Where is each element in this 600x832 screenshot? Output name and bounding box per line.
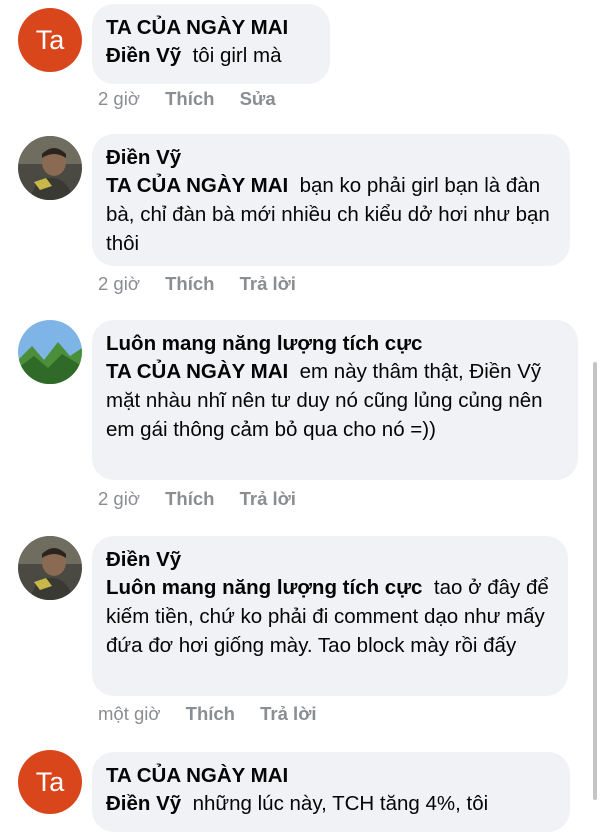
avatar-photo bbox=[18, 536, 82, 600]
avatar-initials: Ta bbox=[35, 767, 65, 797]
comment-text: TA CỦA NGÀY MAI bạn ko phải girl bạn là … bbox=[106, 171, 556, 258]
comment-time[interactable]: 2 giờ bbox=[98, 88, 140, 109]
mention-link[interactable]: Điền Vỹ bbox=[106, 792, 181, 815]
mention-link[interactable]: TA CỦA NGÀY MAI bbox=[106, 174, 288, 197]
comment-time[interactable]: một giờ bbox=[98, 703, 161, 724]
mention-link[interactable]: TA CỦA NGÀY MAI bbox=[106, 360, 288, 383]
edit-button[interactable]: Sửa bbox=[240, 88, 276, 109]
avatar-initials: Ta bbox=[35, 25, 65, 55]
comment-actions: 2 giờ Thích Trả lời bbox=[98, 488, 316, 510]
comment-author[interactable]: TA CỦA NGÀY MAI bbox=[106, 14, 316, 41]
scrollbar[interactable] bbox=[593, 362, 597, 800]
avatar[interactable]: Ta bbox=[18, 750, 82, 814]
comment-text: Điền Vỹ tôi girl mà bbox=[106, 41, 316, 70]
avatar-photo bbox=[18, 136, 82, 200]
like-button[interactable]: Thích bbox=[165, 273, 214, 294]
reply-button[interactable]: Trả lời bbox=[260, 703, 316, 724]
avatar[interactable] bbox=[18, 536, 82, 600]
comment-bubble: Điền Vỹ Luôn mang năng lượng tích cực ta… bbox=[92, 536, 568, 696]
avatar[interactable] bbox=[18, 320, 82, 384]
comment-body: tôi girl mà bbox=[192, 44, 282, 67]
comment-author[interactable]: Điền Vỹ bbox=[106, 144, 556, 171]
mention-link[interactable]: Điền Vỹ bbox=[106, 44, 181, 67]
comment-bubble: TA CỦA NGÀY MAI Điền Vỹ những lúc này, T… bbox=[92, 752, 570, 832]
comment-text: Luôn mang năng lượng tích cực tao ở đây … bbox=[106, 573, 554, 660]
comment-text: Điền Vỹ những lúc này, TCH tăng 4%, tôi bbox=[106, 789, 556, 818]
avatar-photo bbox=[18, 320, 82, 384]
comment-bubble: Luôn mang năng lượng tích cực TA CỦA NGÀ… bbox=[92, 320, 578, 480]
like-button[interactable]: Thích bbox=[165, 88, 214, 109]
comment-actions: 2 giờ Thích Sửa bbox=[98, 88, 296, 110]
comment-time[interactable]: 2 giờ bbox=[98, 488, 140, 509]
comment-time[interactable]: 2 giờ bbox=[98, 273, 140, 294]
comment-actions: một giờ Thích Trả lời bbox=[98, 703, 336, 725]
comment-bubble: TA CỦA NGÀY MAI Điền Vỹ tôi girl mà bbox=[92, 4, 330, 84]
comment-author[interactable]: Điền Vỹ bbox=[106, 546, 554, 573]
like-button[interactable]: Thích bbox=[186, 703, 235, 724]
comment-body: những lúc này, TCH tăng 4%, tôi bbox=[192, 792, 489, 815]
reply-button[interactable]: Trả lời bbox=[240, 488, 296, 509]
avatar[interactable] bbox=[18, 136, 82, 200]
comment-author[interactable]: TA CỦA NGÀY MAI bbox=[106, 762, 556, 789]
comment-text: TA CỦA NGÀY MAI em này thâm thật, Điền V… bbox=[106, 357, 564, 444]
reply-button[interactable]: Trả lời bbox=[240, 273, 296, 294]
comment-bubble: Điền Vỹ TA CỦA NGÀY MAI bạn ko phải girl… bbox=[92, 134, 570, 266]
mention-link[interactable]: Luôn mang năng lượng tích cực bbox=[106, 576, 422, 599]
avatar[interactable]: Ta bbox=[18, 8, 82, 72]
comment-actions: 2 giờ Thích Trả lời bbox=[98, 273, 316, 295]
like-button[interactable]: Thích bbox=[165, 488, 214, 509]
comment-author[interactable]: Luôn mang năng lượng tích cực bbox=[106, 330, 564, 357]
